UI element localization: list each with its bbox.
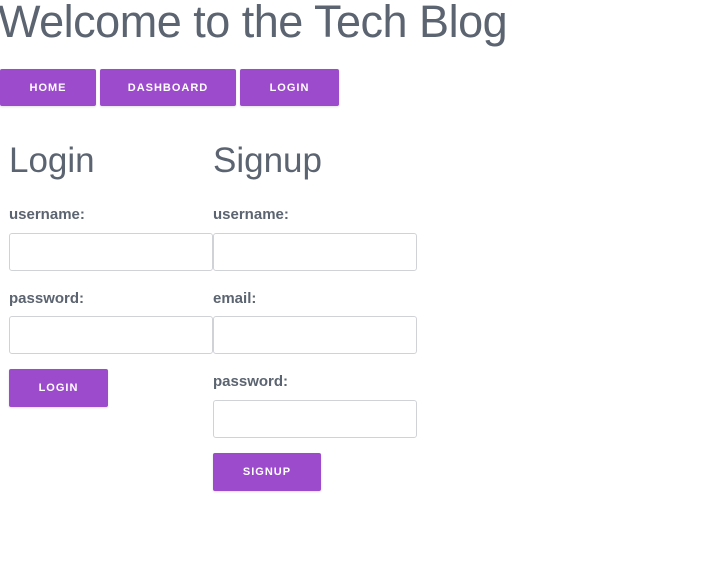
login-password-label: password: xyxy=(9,290,85,307)
login-username-label: username: xyxy=(9,206,85,223)
signup-heading: Signup xyxy=(213,141,322,180)
login-username-input[interactable] xyxy=(9,233,213,271)
signup-email-label: email: xyxy=(213,290,257,307)
signup-username-input[interactable] xyxy=(213,233,417,271)
signup-username-label: username: xyxy=(213,206,289,223)
signup-password-label: password: xyxy=(213,373,289,390)
login-heading: Login xyxy=(9,141,95,180)
page-title: Welcome to the Tech Blog xyxy=(0,0,508,47)
login-submit-button[interactable]: LOGIN xyxy=(9,369,108,407)
signup-submit-button[interactable]: SIGNUP xyxy=(213,453,321,491)
nav-login-button[interactable]: LOGIN xyxy=(240,69,339,106)
nav-home-button[interactable]: HOME xyxy=(0,69,96,106)
nav-dashboard-button[interactable]: DASHBOARD xyxy=(100,69,236,106)
login-password-input[interactable] xyxy=(9,316,213,354)
signup-password-input[interactable] xyxy=(213,400,417,438)
signup-email-input[interactable] xyxy=(213,316,417,354)
